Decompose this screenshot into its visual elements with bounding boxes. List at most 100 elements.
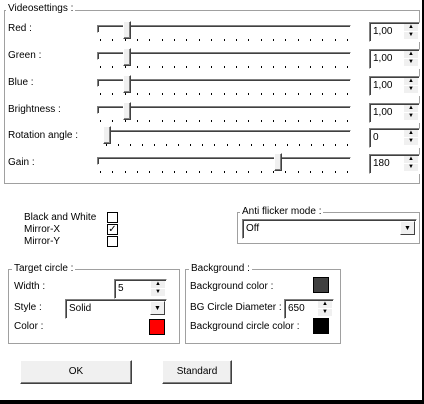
slider-tick — [251, 144, 252, 146]
slider-tick — [224, 120, 225, 122]
slider-tick — [211, 171, 212, 173]
slider-tick — [162, 66, 163, 68]
rotation-angle-value: 0 — [373, 132, 379, 143]
slider-tick — [322, 39, 323, 41]
slider-tick — [186, 171, 187, 173]
slider-tick — [125, 93, 126, 95]
slider-tick — [125, 39, 126, 41]
slider-tick — [174, 93, 175, 95]
slider-tick — [137, 120, 138, 122]
slider-tick — [186, 39, 187, 41]
slider-tick — [211, 93, 212, 95]
slider-thumb[interactable] — [123, 75, 131, 93]
spin-down-icon[interactable]: ▼ — [404, 138, 418, 145]
slider-tick — [100, 66, 101, 68]
background-circle-color-swatch[interactable] — [313, 318, 329, 334]
slider-track — [103, 130, 351, 138]
slider-tick — [285, 120, 286, 122]
spin-down-icon[interactable]: ▼ — [404, 32, 418, 39]
spin-down-icon[interactable]: ▼ — [404, 86, 418, 93]
blue-slider[interactable] — [97, 75, 351, 101]
spin-down-icon[interactable]: ▼ — [151, 289, 165, 296]
gain-slider[interactable] — [97, 153, 351, 179]
gain-spin-edit[interactable]: 180 ▲ ▼ — [369, 154, 420, 174]
red-spin-edit[interactable]: 1,00 ▲ ▼ — [369, 22, 420, 42]
slider-thumb[interactable] — [103, 126, 111, 144]
slider-tick — [236, 120, 237, 122]
videosettings-legend: Videosettings : — [6, 3, 76, 14]
bg-circle-diameter-spin-edit[interactable]: 650 ▲ ▼ — [284, 299, 334, 319]
slider-tick — [323, 144, 324, 146]
green-slider[interactable] — [97, 48, 351, 74]
slider-tick — [224, 93, 225, 95]
slider-tick — [166, 144, 167, 146]
mirror-y-checkbox[interactable] — [107, 236, 118, 247]
slider-tick — [335, 171, 336, 173]
rotation-angle-spin-edit[interactable]: 0 ▲ ▼ — [369, 128, 420, 148]
slider-tick — [322, 171, 323, 173]
slider-tick — [149, 120, 150, 122]
slider-tick — [154, 144, 155, 146]
standard-button[interactable]: Standard — [162, 360, 232, 384]
slider-tick — [285, 93, 286, 95]
slider-tick — [100, 120, 101, 122]
slider-tick — [162, 39, 163, 41]
spin-up-icon[interactable]: ▲ — [404, 51, 418, 58]
red-slider[interactable] — [97, 21, 351, 47]
width-spin-edit[interactable]: 5 ▲ ▼ — [114, 279, 167, 299]
spin-up-icon[interactable]: ▲ — [404, 130, 418, 137]
target-circle-legend: Target circle : — [12, 263, 76, 274]
slider-track — [97, 52, 351, 60]
slider-thumb[interactable] — [274, 153, 282, 171]
slider-tick — [310, 120, 311, 122]
video-settings-window: Videosettings : Red : 1,00 ▲ ▼ Green : 1,… — [0, 0, 424, 404]
slider-thumb[interactable] — [123, 48, 131, 66]
slider-tick — [347, 120, 348, 122]
slider-tick — [335, 144, 336, 146]
target-color-swatch[interactable] — [149, 319, 165, 335]
slider-tick — [137, 39, 138, 41]
black-and-white-checkbox[interactable] — [107, 212, 118, 223]
slider-tick — [248, 39, 249, 41]
spin-down-icon[interactable]: ▼ — [318, 309, 332, 316]
green-spin-edit[interactable]: 1,00 ▲ ▼ — [369, 49, 420, 69]
spin-up-icon[interactable]: ▲ — [404, 105, 418, 112]
anti-flicker-combobox[interactable]: Off ▼ — [242, 219, 417, 239]
slider-thumb[interactable] — [123, 102, 131, 120]
spin-up-icon[interactable]: ▲ — [404, 156, 418, 163]
spin-down-icon[interactable]: ▼ — [404, 59, 418, 66]
slider-tick — [298, 66, 299, 68]
slider-tick — [174, 39, 175, 41]
slider-tick — [137, 171, 138, 173]
slider-track — [97, 106, 351, 114]
slider-ticks — [97, 171, 351, 175]
spin-up-icon[interactable]: ▲ — [151, 281, 165, 288]
chevron-down-icon[interactable]: ▼ — [150, 301, 165, 315]
spin-up-icon[interactable]: ▲ — [404, 24, 418, 31]
brightness-spin-edit[interactable]: 1,00 ▲ ▼ — [369, 103, 420, 123]
spin-down-icon[interactable]: ▼ — [404, 113, 418, 120]
slider-tick — [285, 39, 286, 41]
style-combobox[interactable]: Solid ▼ — [65, 299, 167, 319]
rotation-angle-slider[interactable] — [103, 126, 351, 152]
slider-tick — [125, 171, 126, 173]
slider-tick — [227, 144, 228, 146]
slider-tick — [162, 171, 163, 173]
slider-tick — [224, 171, 225, 173]
background-color-swatch[interactable] — [313, 277, 329, 293]
slider-tick — [118, 144, 119, 146]
slider-tick — [224, 39, 225, 41]
spin-down-icon[interactable]: ▼ — [404, 164, 418, 171]
width-label: Width : — [14, 281, 46, 292]
ok-button[interactable]: OK — [20, 360, 132, 384]
slider-tick — [186, 120, 187, 122]
slider-tick — [199, 120, 200, 122]
blue-spin-edit[interactable]: 1,00 ▲ ▼ — [369, 76, 420, 96]
slider-tick — [142, 144, 143, 146]
brightness-slider[interactable] — [97, 102, 351, 128]
spin-up-icon[interactable]: ▲ — [404, 78, 418, 85]
chevron-down-icon[interactable]: ▼ — [400, 221, 415, 235]
spin-up-icon[interactable]: ▲ — [318, 301, 332, 308]
slider-thumb[interactable] — [123, 21, 131, 39]
mirror-x-checkbox[interactable]: ✓ — [107, 224, 118, 235]
